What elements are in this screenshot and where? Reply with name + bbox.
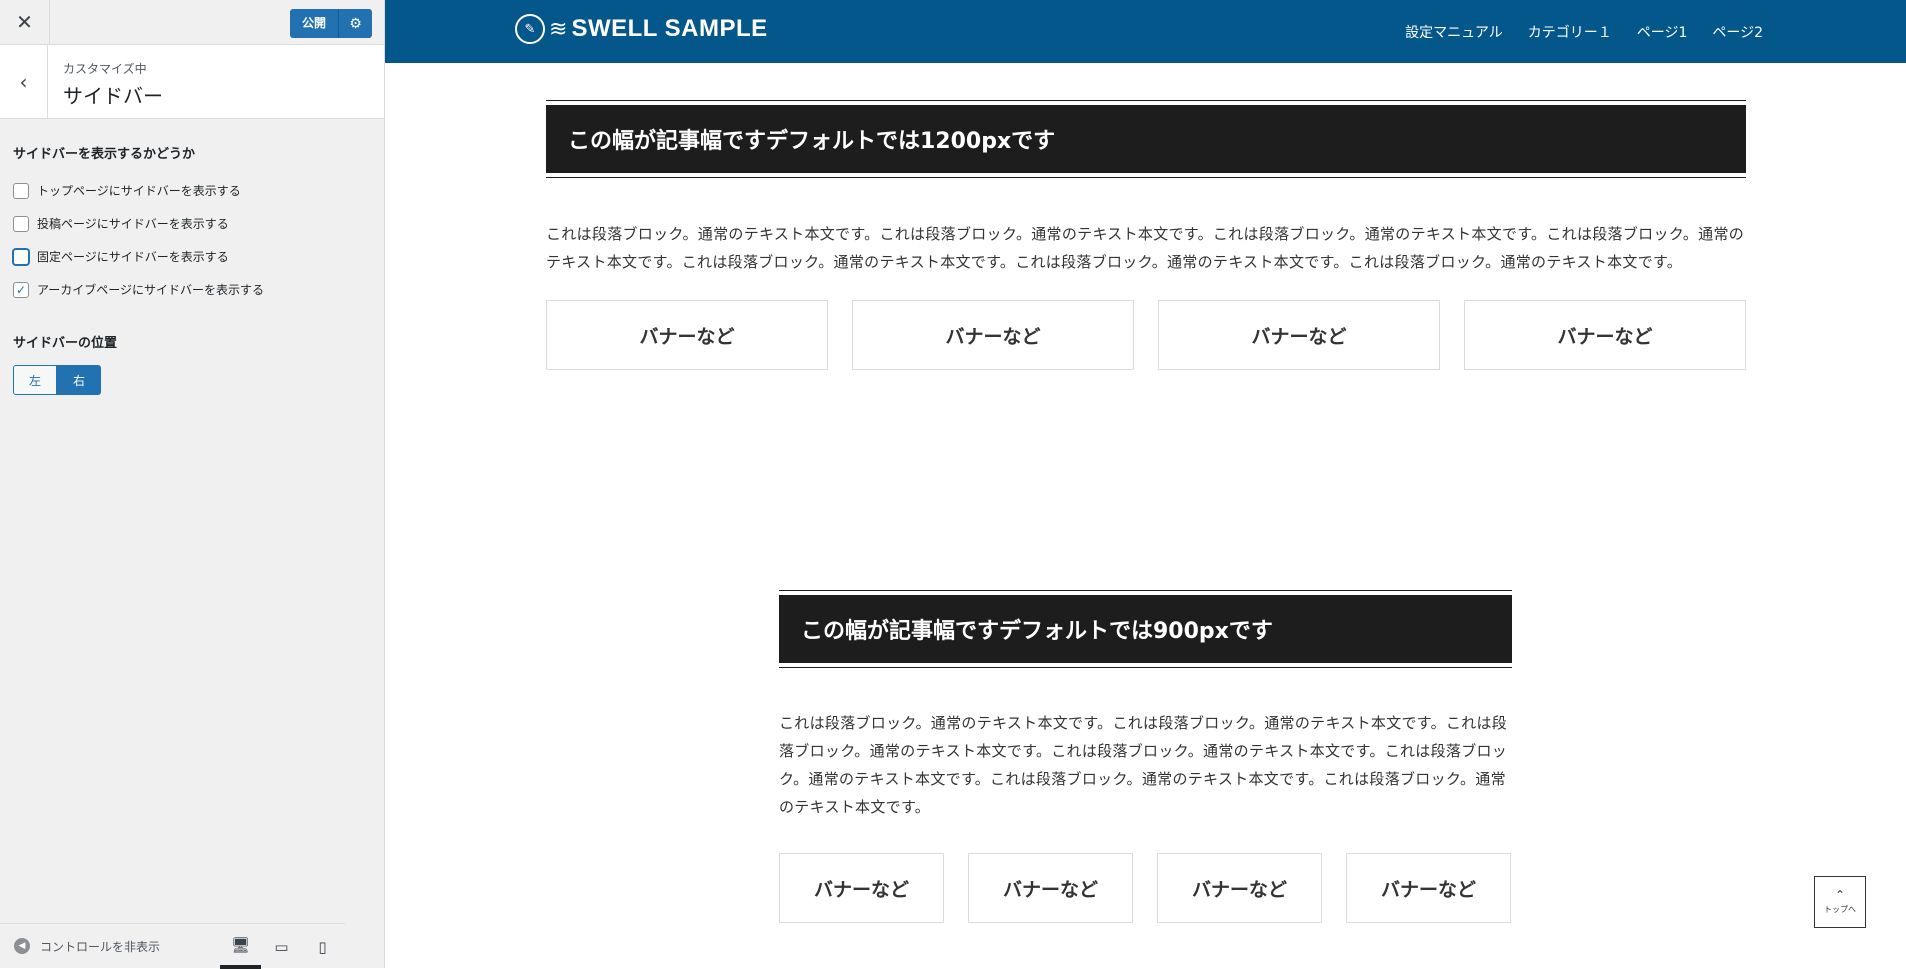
banner[interactable]: バナーなど — [1157, 853, 1322, 923]
site-preview: ✎ ≋ SWELL SAMPLE 設定マニュアル カテゴリー１ ページ1 ページ… — [385, 0, 1906, 968]
position-radio-group: 左 右 — [13, 365, 371, 395]
tablet-icon[interactable]: ▭ — [261, 924, 302, 969]
article-900: この幅が記事幅ですデフォルトでは900pxです これは段落ブロック。通常のテキス… — [779, 595, 1512, 923]
wave-icon: ≋ — [549, 16, 568, 42]
banner[interactable]: バナーなど — [852, 300, 1134, 370]
nav-item-page2[interactable]: ページ2 — [1712, 22, 1763, 42]
customizer-header: ✕ 公開 ⚙ — [0, 0, 384, 45]
customizer-footer: ◀ コントロールを非表示 🖥 ▭ ▯ — [0, 923, 345, 969]
section-title: ‹ カスタマイズ中 サイドバー — [0, 45, 384, 119]
section-subtitle: カスタマイズ中 — [63, 62, 147, 76]
article-1200: この幅が記事幅ですデフォルトでは1200pxです これは段落ブロック。通常のテキ… — [546, 105, 1746, 370]
article-heading: この幅が記事幅ですデフォルトでは1200pxです — [546, 105, 1746, 173]
checkbox-archive[interactable]: ✓ — [13, 281, 29, 298]
article-paragraph: これは段落ブロック。通常のテキスト本文です。これは段落ブロック。通常のテキスト本… — [546, 225, 1745, 271]
checkbox-row-page[interactable]: 固定ページにサイドバーを表示する — [13, 240, 371, 273]
section-heading: サイドバー — [63, 84, 163, 108]
nav-item-category[interactable]: カテゴリー１ — [1528, 22, 1612, 42]
checkbox-label: アーカイブページにサイドバーを表示する — [37, 283, 265, 297]
checkbox-label: 投稿ページにサイドバーを表示する — [37, 217, 229, 231]
checkmark-icon: ✓ — [15, 282, 27, 297]
checkbox-row-archive[interactable]: ✓ アーカイブページにサイドバーを表示する — [13, 273, 371, 306]
collapse-icon[interactable]: ◀ — [14, 938, 30, 954]
device-switcher: 🖥 ▭ ▯ — [220, 924, 343, 969]
global-nav: 設定マニュアル カテゴリー１ ページ1 ページ2 — [1405, 0, 1763, 63]
article-heading: この幅が記事幅ですデフォルトでは900pxです — [779, 595, 1512, 663]
publish-button[interactable]: 公開 — [290, 9, 339, 38]
back-to-top-button[interactable]: ⌃ トップへ — [1814, 876, 1866, 928]
display-heading: サイドバーを表示するかどうか — [13, 147, 196, 162]
position-heading: サイドバーの位置 — [13, 336, 118, 351]
checkbox-post[interactable] — [13, 215, 29, 232]
checkbox-label: トップページにサイドバーを表示する — [37, 184, 241, 198]
article-paragraph: これは段落ブロック。通常のテキスト本文です。これは段落ブロック。通常のテキスト本… — [779, 714, 1508, 816]
nav-item-manual[interactable]: 設定マニュアル — [1405, 22, 1503, 42]
position-right-button[interactable]: 右 — [57, 365, 101, 395]
chevron-up-icon: ⌃ — [1834, 888, 1846, 902]
checkbox-label: 固定ページにサイドバーを表示する — [37, 250, 229, 264]
banner[interactable]: バナーなど — [968, 853, 1133, 923]
banner[interactable]: バナーなど — [546, 300, 828, 370]
close-icon[interactable]: ✕ — [0, 0, 50, 44]
banner-row: バナーなど バナーなど バナーなど バナーなど — [546, 300, 1746, 370]
nav-item-page1[interactable]: ページ1 — [1637, 22, 1688, 42]
chevron-left-icon[interactable]: ‹ — [0, 45, 48, 118]
checkbox-top[interactable] — [13, 182, 29, 199]
logo-text: SWELL SAMPLE — [571, 15, 768, 42]
publish-group: 公開 ⚙ — [290, 9, 373, 38]
customizer-panel: ✕ 公開 ⚙ ‹ カスタマイズ中 サイドバー サイドバーを表示するかどうか トッ… — [0, 0, 385, 969]
checkbox-page[interactable] — [13, 248, 29, 265]
mobile-icon[interactable]: ▯ — [302, 924, 343, 969]
banner[interactable]: バナーなど — [1464, 300, 1746, 370]
position-left-button[interactable]: 左 — [13, 365, 57, 395]
gear-icon[interactable]: ⚙ — [338, 9, 373, 38]
checkbox-row-top[interactable]: トップページにサイドバーを表示する — [13, 174, 371, 207]
desktop-icon[interactable]: 🖥 — [220, 924, 261, 969]
site-header: ✎ ≋ SWELL SAMPLE 設定マニュアル カテゴリー１ ページ1 ページ… — [385, 0, 1906, 63]
pencil-icon: ✎ — [515, 14, 545, 44]
controls: サイドバーを表示するかどうか トップページにサイドバーを表示する 投稿ページにサ… — [0, 119, 384, 419]
banner-row: バナーなど バナーなど バナーなど バナーなど — [779, 853, 1512, 923]
banner[interactable]: バナーなど — [779, 853, 944, 923]
banner[interactable]: バナーなど — [1346, 853, 1511, 923]
to-top-label: トップへ — [1824, 905, 1856, 914]
checkbox-row-post[interactable]: 投稿ページにサイドバーを表示する — [13, 207, 371, 240]
site-logo[interactable]: ✎ ≋ SWELL SAMPLE — [515, 14, 768, 44]
hide-controls-button[interactable]: コントロールを非表示 — [40, 938, 160, 955]
banner[interactable]: バナーなど — [1158, 300, 1440, 370]
